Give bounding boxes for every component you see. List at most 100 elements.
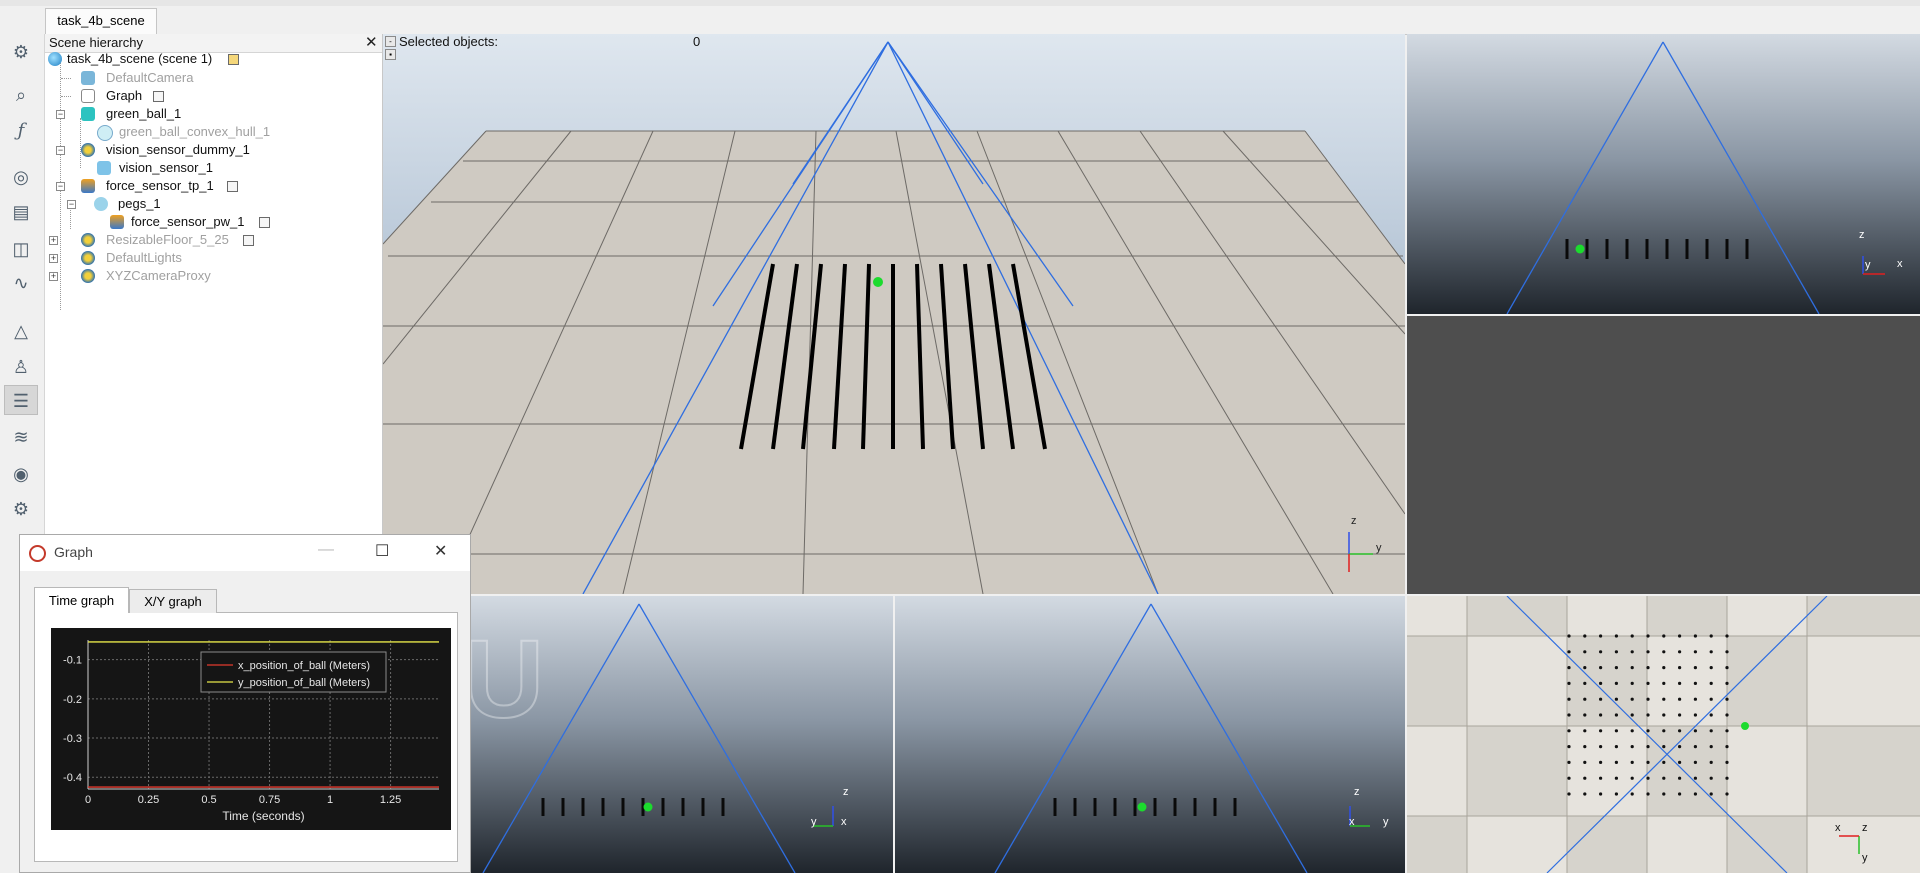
paths-icon[interactable]: ∿ xyxy=(4,268,38,298)
peg-dot xyxy=(1725,729,1729,733)
tree-item[interactable]: XYZCameraProxy xyxy=(106,267,211,285)
axis-label-z: z xyxy=(1351,515,1357,527)
top-down-viewport[interactable]: x z y xyxy=(1407,596,1920,873)
x-tick-label: 0 xyxy=(85,794,91,806)
peg-dot xyxy=(1693,713,1697,717)
tree-item[interactable]: pegs_1 xyxy=(118,195,161,213)
bottom-middle-viewport[interactable]: z x y xyxy=(895,596,1405,873)
convex-shape-icon xyxy=(97,125,113,141)
script-icon[interactable] xyxy=(243,235,254,246)
tree-item[interactable]: force_sensor_pw_1 xyxy=(131,213,244,231)
zoom-icon[interactable]: ⌕ xyxy=(4,80,38,110)
y-tick-label: -0.1 xyxy=(63,655,82,667)
collapse-icon[interactable]: − xyxy=(56,146,65,155)
tree-item[interactable]: Graph xyxy=(106,87,142,105)
script-icon[interactable] xyxy=(259,217,270,228)
x-tick-label: 1 xyxy=(327,794,333,806)
peg-dot xyxy=(1709,760,1713,764)
force-sensor-icon xyxy=(81,179,95,193)
tree-item[interactable]: task_4b_scene (scene 1) xyxy=(67,50,212,68)
model-browser-icon[interactable]: ♙ xyxy=(4,352,38,382)
model-icon xyxy=(81,269,95,283)
tree-item[interactable]: vision_sensor_1 xyxy=(119,159,213,177)
scene-tab[interactable]: task_4b_scene xyxy=(45,8,157,34)
tree-item[interactable]: vision_sensor_dummy_1 xyxy=(106,141,250,159)
tree-item[interactable]: ResizableFloor_5_25 xyxy=(106,231,229,249)
peg-dot xyxy=(1725,760,1729,764)
peg-dot xyxy=(1567,713,1571,717)
view-options-button[interactable]: ▪ xyxy=(385,49,396,60)
peg-dot xyxy=(1678,776,1682,780)
peg-dot xyxy=(1630,792,1634,796)
green-ball[interactable] xyxy=(873,277,883,287)
scripts-icon[interactable]: ▤ xyxy=(4,197,38,227)
peg-dot xyxy=(1646,760,1650,764)
video-recorder-icon[interactable]: ◉ xyxy=(4,459,38,489)
tree-item[interactable]: DefaultCamera xyxy=(106,69,193,87)
empty-viewport[interactable] xyxy=(1407,316,1920,594)
peg-dot xyxy=(1583,681,1587,685)
peg-dot xyxy=(1567,666,1571,670)
script-icon[interactable] xyxy=(227,181,238,192)
axis-label-z: z xyxy=(1862,822,1868,834)
collapse-icon[interactable]: − xyxy=(56,110,65,119)
peg-dot xyxy=(1678,681,1682,685)
collapse-icon[interactable]: − xyxy=(56,182,65,191)
time-graph-plot[interactable]: 0 0.25 0.5 0.75 1 1.25 -0.1 -0.2 -0.3 -0.4 x_posit… xyxy=(51,628,451,830)
peg-dot xyxy=(1599,745,1603,749)
peg-dot xyxy=(1662,760,1666,764)
peg-dot xyxy=(1725,697,1729,701)
user-settings-icon[interactable]: ⚙ xyxy=(4,494,38,524)
collapse-icon[interactable]: − xyxy=(67,200,76,209)
graph-titlebar[interactable]: Graph — ☐ ✕ xyxy=(20,535,470,571)
peg-dot xyxy=(1662,792,1666,796)
close-icon[interactable]: ✕ xyxy=(434,541,447,561)
peg-dot xyxy=(1646,650,1650,654)
tree-item[interactable]: force_sensor_tp_1 xyxy=(106,177,214,195)
peg-dot xyxy=(1614,634,1618,638)
axis-label-z: z xyxy=(1859,229,1865,241)
graph-window[interactable]: Graph — ☐ ✕ Time graph X/Y graph 0 0.25 0.… xyxy=(19,534,471,873)
tree-item[interactable]: DefaultLights xyxy=(106,249,182,267)
expand-icon[interactable]: + xyxy=(49,236,58,245)
peg-dot xyxy=(1583,650,1587,654)
peg-dot xyxy=(1567,729,1571,733)
close-icon[interactable]: ✕ xyxy=(365,33,378,51)
maximize-icon[interactable]: ☐ xyxy=(375,541,389,561)
main-3d-viewport[interactable]: - ▪ Selected objects: 0 z y xyxy=(383,34,1405,594)
peg-dot xyxy=(1630,697,1634,701)
calculation-modules-icon[interactable]: ◎ xyxy=(4,162,38,192)
tab-xy-graph[interactable]: X/Y graph xyxy=(129,589,217,613)
folder-icon[interactable] xyxy=(228,54,239,65)
tree-item[interactable]: green_ball_convex_hull_1 xyxy=(119,123,270,141)
script-icon[interactable] xyxy=(153,91,164,102)
expand-icon[interactable]: + xyxy=(49,254,58,263)
force-sensor-icon xyxy=(110,215,124,229)
tree-item[interactable]: green_ball_1 xyxy=(106,105,181,123)
peg-dot xyxy=(1614,666,1618,670)
peg-dot xyxy=(1567,776,1571,780)
object-properties-icon[interactable]: △ xyxy=(4,316,38,346)
top-right-viewport[interactable]: z y x xyxy=(1407,34,1920,314)
view-menu-button[interactable]: - xyxy=(385,36,396,47)
x-tick-label: 0.25 xyxy=(138,794,159,806)
scene-icon xyxy=(48,52,62,66)
peg-dot xyxy=(1599,713,1603,717)
expand-icon[interactable]: + xyxy=(49,272,58,281)
simulation-settings-icon[interactable]: ⚙ xyxy=(4,37,38,67)
y-tick-label: -0.4 xyxy=(63,772,82,784)
shapes-icon[interactable]: ◫ xyxy=(4,234,38,264)
peg-dot xyxy=(1567,792,1571,796)
peg-dot xyxy=(1599,634,1603,638)
peg-dot xyxy=(1599,666,1603,670)
peg-dot xyxy=(1646,713,1650,717)
layers-icon[interactable]: ≋ xyxy=(4,422,38,452)
scene-hierarchy-icon[interactable]: ☰ xyxy=(4,385,38,415)
peg-dot xyxy=(1583,666,1587,670)
function-icon[interactable]: ƒ xyxy=(4,116,38,146)
minimize-icon[interactable]: — xyxy=(318,541,334,559)
axis-label-x: x xyxy=(1897,258,1903,270)
peg-dot xyxy=(1678,650,1682,654)
tab-time-graph[interactable]: Time graph xyxy=(34,587,129,613)
peg-dot xyxy=(1693,666,1697,670)
